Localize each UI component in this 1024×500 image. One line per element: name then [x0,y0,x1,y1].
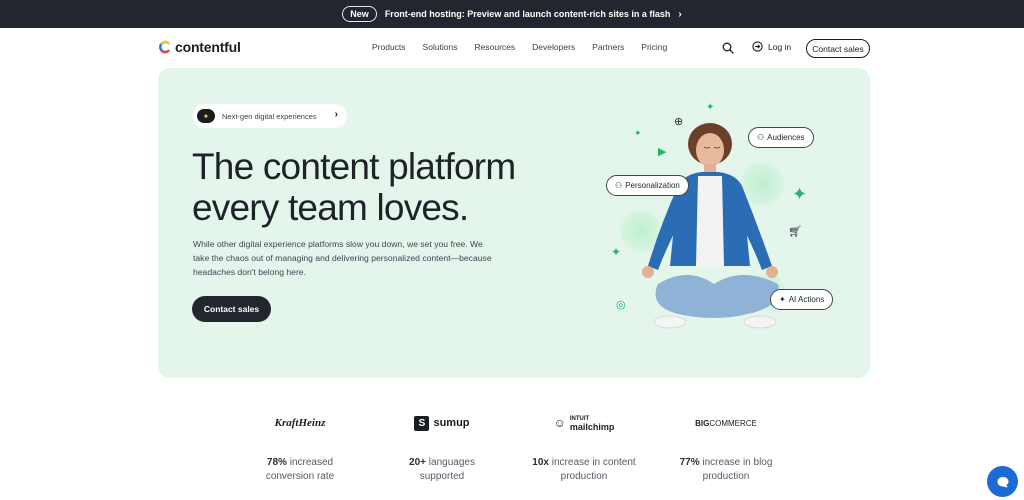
menu-item-resources[interactable]: Resources [475,42,516,52]
menu-item-products[interactable]: Products [372,42,406,52]
star-icon: ✦ [611,245,622,259]
stat-label-line2: supported [419,471,465,482]
stat-value: 77% [679,457,700,468]
stat-label: increase in content [548,457,636,468]
search-button[interactable] [722,41,734,59]
stat-kraftheinz: KraftHeinz 78% increased conversion rate [230,412,370,484]
kraftheinz-logo: KraftHeinz [230,412,370,434]
stat-label-line2: conversion rate [265,471,335,482]
stat-bigcommerce: BIGCOMMERCE 77% increase in blog product… [656,412,796,484]
login-icon [752,41,763,52]
chevron-right-icon: › [334,109,338,120]
new-badge: New [342,6,377,22]
ai-actions-tag: ✦ AI Actions [770,289,834,310]
main-menu: Products Solutions Resources Developers … [372,42,684,52]
star-icon: ✦ [792,184,808,204]
hero-section: ✦ Next-gen digital experiences › The con… [158,68,870,378]
contentful-logo[interactable]: contentful [158,39,241,55]
stat-text: 20+ languages supported [372,456,512,484]
personalization-tag: ⚇ Personalization [606,175,689,196]
contentful-mark-icon [159,40,170,54]
brand-name: COMMERCE [709,418,757,428]
menu-item-pricing[interactable]: Pricing [641,42,667,52]
bigcommerce-wordmark: BIGCOMMERCE [695,419,757,428]
brand-name: sumup [433,417,470,429]
nav-contact-sales-button[interactable]: Contact sales [806,39,870,58]
bigcommerce-logo: BIGCOMMERCE [656,412,796,434]
announcement-bar[interactable]: New Front-end hosting: Preview and launc… [0,0,1024,28]
person-icon: ⚇ [757,133,765,142]
star-icon: ✦ [706,102,715,113]
headline-line-2: every team loves. [192,187,469,228]
sparkle-icon: ✦ [779,295,786,304]
headline-line-1: The content platform [192,146,516,187]
chat-bubble-icon [997,476,1008,487]
stat-label: languages [426,457,475,468]
person-icon: ⚇ [615,181,623,190]
mailchimp-logo: ☺ INTUIT mailchimp [514,412,654,434]
menu-item-developers[interactable]: Developers [532,42,575,52]
stat-mailchimp: ☺ INTUIT mailchimp 10x increase in conte… [514,412,654,484]
play-icon: ▶ [658,146,667,158]
search-icon [722,42,734,54]
stat-value: 20+ [409,457,427,468]
sparkle-icon: ✦ [197,109,215,123]
stat-value: 78% [266,457,287,468]
mailchimp-mark-icon: ☺ [553,416,566,430]
stat-text: 77% increase in blog production [656,456,796,484]
brand-prefix: BIG [695,418,710,428]
audiences-label: Audiences [767,133,805,142]
star-icon: ✦ [634,128,642,138]
instagram-icon: ◎ [616,299,626,311]
chevron-right-icon: › [678,8,682,20]
badge-text: Next-gen digital experiences [222,111,317,121]
brand-name: mailchimp [569,422,615,432]
globe-icon: ⊕ [674,116,684,128]
next-gen-badge[interactable]: ✦ Next-gen digital experiences › [193,104,347,128]
stat-label: increase in blog [699,457,773,468]
sumup-logo: S sumup [372,412,512,434]
hero-contact-sales-button[interactable]: Contact sales [192,296,271,322]
ai-actions-label: AI Actions [788,295,825,304]
personalization-label: Personalization [625,181,680,190]
chat-button[interactable] [987,466,1018,497]
stat-value: 10x [532,457,549,468]
announcement-text[interactable]: Front-end hosting: Preview and launch co… [385,9,671,19]
stat-label-line2: production [560,471,608,482]
stat-sumup: S sumup 20+ languages supported [372,412,512,484]
audiences-tag: ⚇ Audiences [748,127,814,148]
hero-subtext: While other digital experience platforms… [193,239,492,277]
top-nav: contentful Products Solutions Resources … [0,28,1024,68]
brand-name: KraftHeinz [274,417,326,429]
mailchimp-wordmark: INTUIT mailchimp [569,415,615,432]
stat-text: 78% increased conversion rate [230,456,370,484]
login-link[interactable]: Log in [752,41,791,52]
stat-label: increased [286,457,334,468]
login-label: Log in [768,41,792,52]
stat-label-line2: production [702,471,750,482]
hero-headline: The content platform every team loves. [192,146,516,228]
logo-text: contentful [175,39,241,55]
sumup-mark-icon: S [414,415,430,431]
cart-icon: 🛒︎ [788,226,802,238]
menu-item-solutions[interactable]: Solutions [423,42,458,52]
stat-text: 10x increase in content production [514,456,654,484]
menu-item-partners[interactable]: Partners [592,42,624,52]
